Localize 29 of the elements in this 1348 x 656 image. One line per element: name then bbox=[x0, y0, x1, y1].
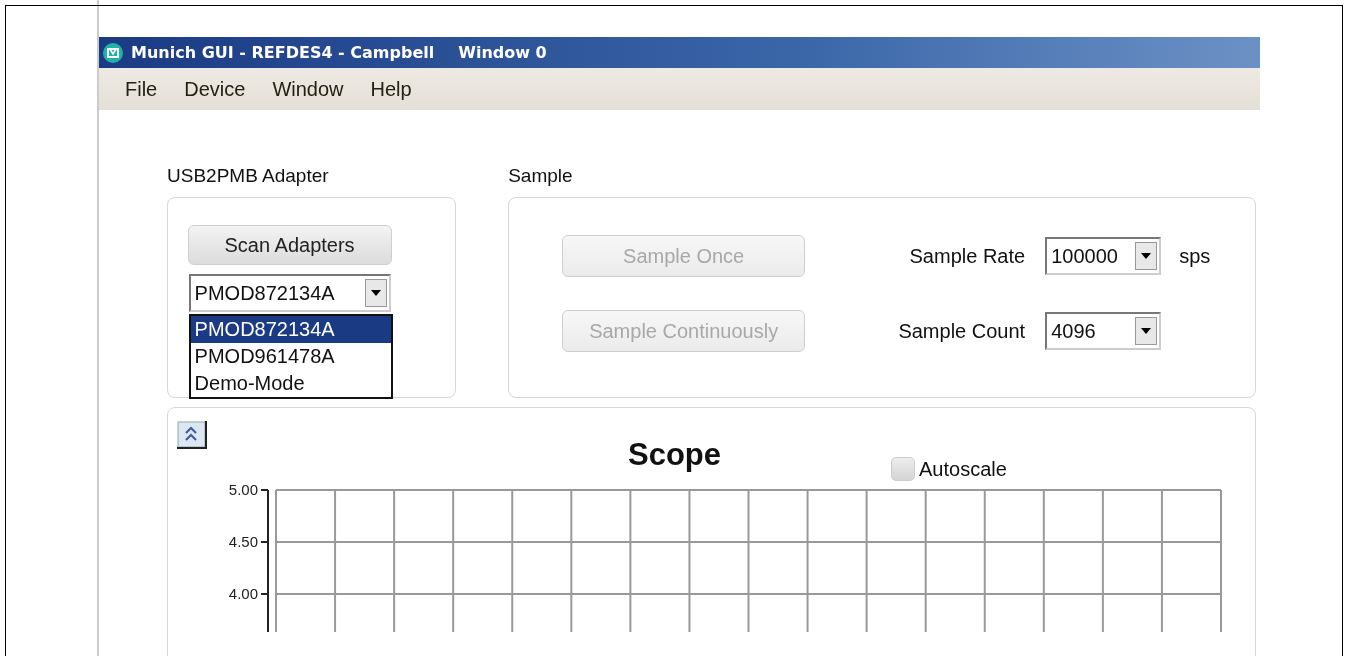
app-logo-icon bbox=[103, 42, 123, 63]
unit-label: sps bbox=[1179, 243, 1211, 269]
dropdown-arrow-icon bbox=[1141, 327, 1152, 334]
dropdown-arrow-icon bbox=[370, 289, 381, 296]
dropdown-option[interactable]: PMOD872134A bbox=[190, 315, 391, 343]
menu-item[interactable]: File bbox=[115, 74, 175, 104]
collapse-icon[interactable] bbox=[177, 420, 207, 449]
menu-item[interactable]: Help bbox=[360, 74, 429, 104]
autoscale-label: Autoscale bbox=[919, 456, 1007, 482]
menu-item[interactable]: Window bbox=[262, 74, 361, 104]
value-dropdown[interactable]: 4096 bbox=[1045, 311, 1162, 350]
value-dropdown[interactable]: 100000 bbox=[1045, 236, 1162, 275]
window-subtitle: Window 0 bbox=[458, 41, 547, 64]
dropdown-option[interactable]: PMOD961478A bbox=[190, 342, 391, 370]
dropdown-arrow-icon bbox=[1141, 252, 1152, 259]
y-tick-label: 5.00 bbox=[228, 481, 258, 498]
adapter-dropdown[interactable]: PMOD872134A bbox=[188, 273, 391, 312]
dropdown-option[interactable]: Demo-Mode bbox=[190, 369, 391, 397]
autoscale-checkbox[interactable] bbox=[891, 456, 915, 481]
y-tick-label: 4.50 bbox=[228, 532, 258, 550]
field-label: Sample Rate bbox=[908, 243, 1026, 269]
y-tick-label: 4.00 bbox=[228, 584, 258, 602]
section-heading: Sample bbox=[508, 164, 574, 188]
window-title: Munich GUI - REFDES4 - Campbell bbox=[131, 41, 435, 64]
section-heading: USB2PMB Adapter bbox=[167, 164, 330, 188]
chart-title: Scope bbox=[628, 435, 722, 474]
menu-item[interactable]: Device bbox=[174, 74, 263, 104]
field-label: Sample Count bbox=[897, 318, 1026, 344]
scan-adapters-button[interactable]: Scan Adapters bbox=[187, 224, 392, 265]
